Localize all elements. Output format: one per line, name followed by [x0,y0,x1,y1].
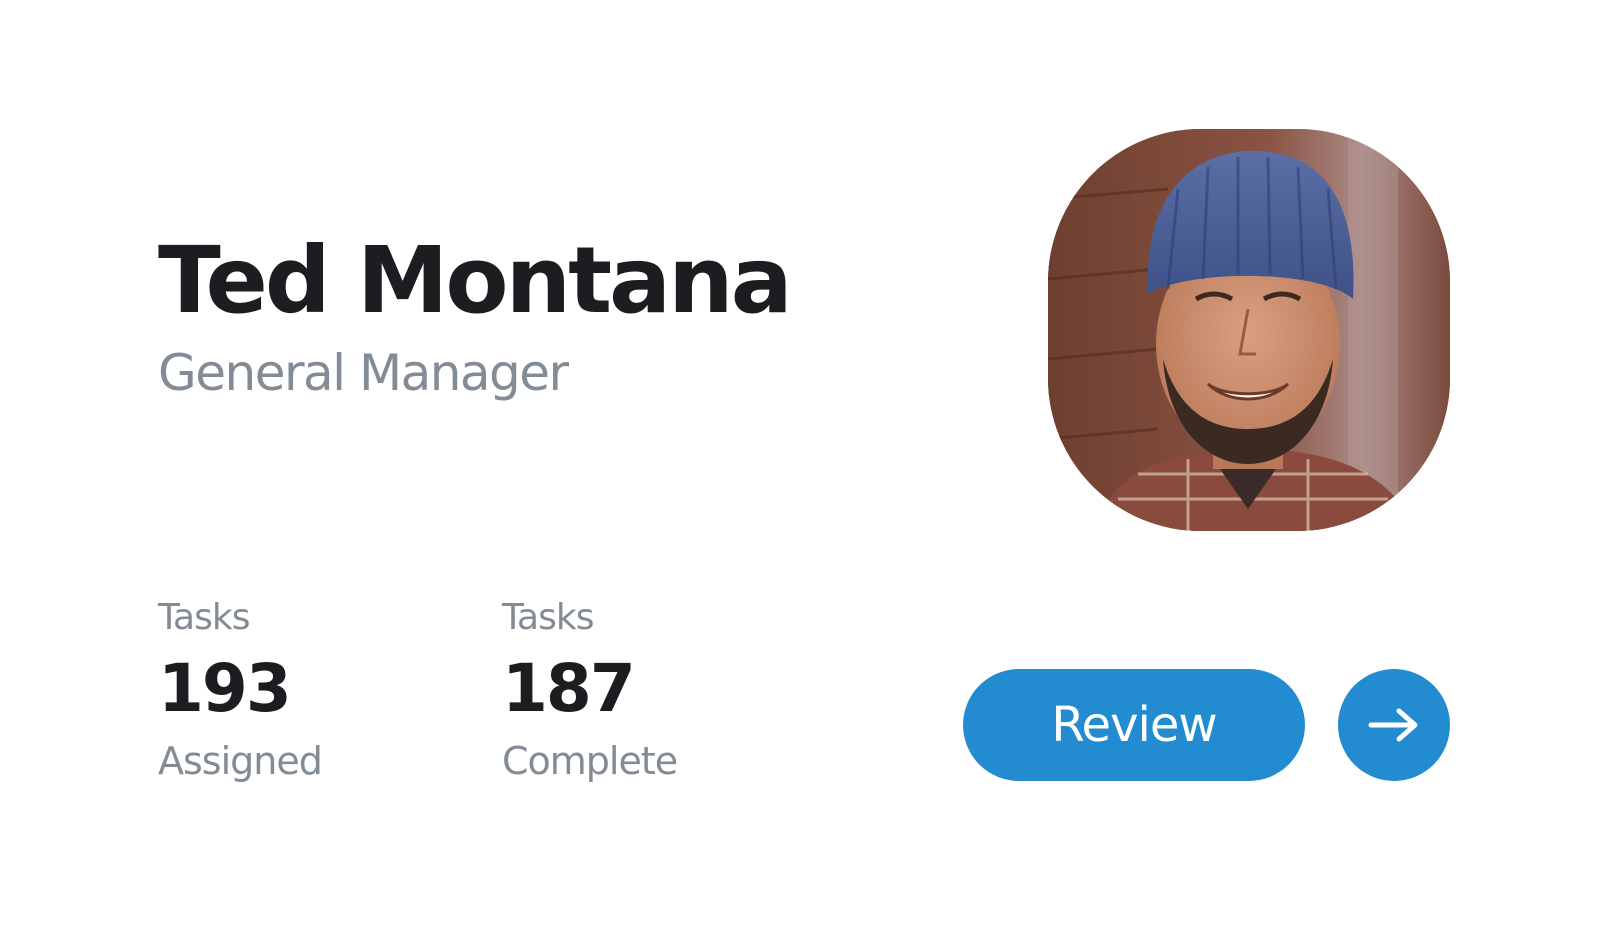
avatar [1048,129,1450,531]
profile-name: Ted Montana [158,227,793,334]
stat-value: 193 [158,650,292,727]
profile-card: Ted Montana General Manager Tasks 193 As… [0,0,1600,936]
stat-assigned: Tasks 193 Assigned [158,597,458,783]
stat-complete: Tasks 187 Complete [502,597,802,783]
stat-value: 187 [502,650,636,727]
profile-role: General Manager [158,344,569,402]
stat-caption: Assigned [158,739,323,783]
next-button[interactable] [1338,669,1450,781]
stat-caption: Complete [502,739,678,783]
stat-label: Tasks [502,597,594,638]
arrow-right-icon [1368,708,1418,742]
stat-label: Tasks [158,597,250,638]
person-photo-icon [1048,129,1450,531]
review-button[interactable]: Review [963,669,1305,781]
